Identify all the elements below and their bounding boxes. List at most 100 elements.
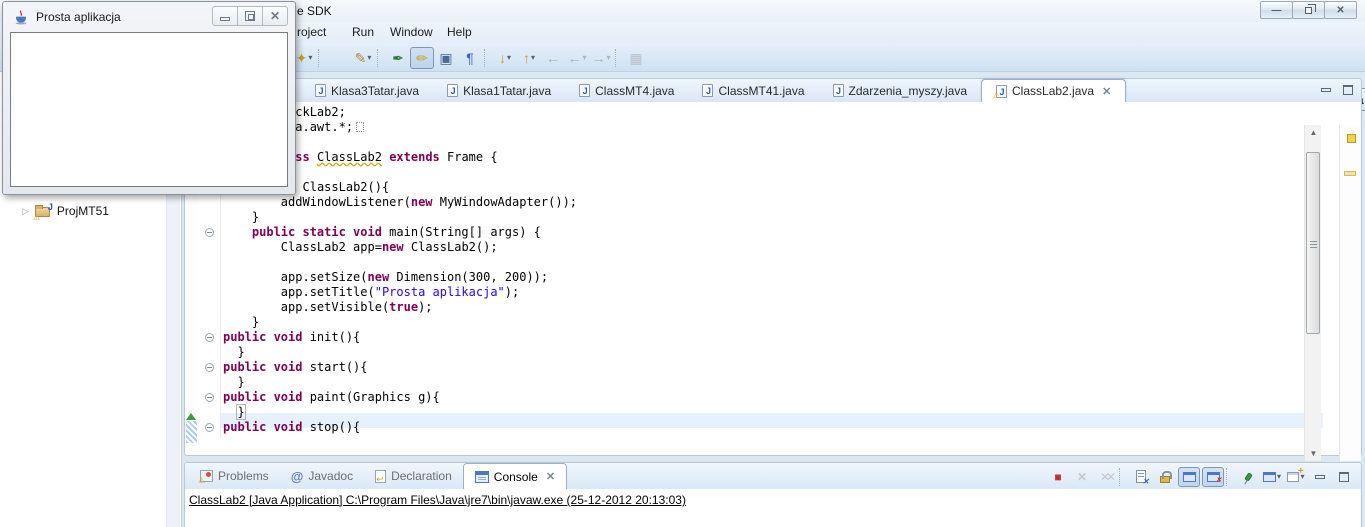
vertical-scrollbar-thumb[interactable] <box>1306 152 1320 334</box>
app-window-titlebar[interactable]: Prosta aplikacja ✕ <box>3 2 295 32</box>
dropdown-caret-icon[interactable]: ▾ <box>582 53 586 62</box>
editor-tab-classlab2-java[interactable]: ⚠ClassLab2.java✕ <box>981 79 1126 102</box>
code-line: app.setTitle("Prosta aplikacja"); <box>223 285 1321 300</box>
console-tab-console[interactable]: Console✕ <box>463 463 567 489</box>
previous-annotation-icon[interactable]: ↑▾ <box>517 47 541 69</box>
warning-overview-icon[interactable] <box>1347 134 1356 143</box>
console-tab-declaration[interactable]: Declaration <box>364 463 463 489</box>
app-window-controls: ✕ <box>213 6 288 26</box>
console-tab-problems[interactable]: Problems <box>189 463 280 489</box>
close-window-button[interactable]: ✕ <box>1324 1 1357 19</box>
show-selected-element-only-icon[interactable]: ▣ <box>434 47 458 69</box>
menu-item-run[interactable]: Run <box>352 25 374 39</box>
collapse-fold-icon[interactable] <box>205 423 214 432</box>
show-console-on-stderr-icon[interactable] <box>1202 467 1224 487</box>
scroll-lock-icon <box>1160 476 1170 483</box>
scroll-down-icon[interactable]: ▼ <box>1305 446 1322 461</box>
remove-all-terminated-icon: ✕✕ <box>1100 471 1112 483</box>
minimize-window-button[interactable]: — <box>1260 1 1293 19</box>
dropdown-caret-icon[interactable]: ▾ <box>367 53 371 62</box>
maximize-view-icon[interactable] <box>1333 467 1355 487</box>
back-history-icon: ← <box>567 51 581 65</box>
forward-history-icon[interactable]: →▾ <box>589 47 613 69</box>
open-console-icon[interactable]: ▾ <box>1285 467 1307 487</box>
code-line: import java.awt.*; <box>223 120 1321 135</box>
folded-imports-icon[interactable] <box>356 122 364 132</box>
scroll-up-icon[interactable]: ▲ <box>1305 125 1322 140</box>
remove-launch-icon[interactable]: ✕ <box>1071 467 1093 487</box>
last-edit-location-icon[interactable]: ▦ <box>624 47 648 69</box>
code-editor[interactable]: package packLab2;import java.awt.*;publi… <box>185 102 1361 438</box>
warning-mark[interactable] <box>1344 171 1356 176</box>
vertical-scrollbar[interactable]: ▲ ▼ <box>1304 125 1321 461</box>
code-line: public void start(){ <box>223 360 1321 375</box>
back-icon[interactable]: ← <box>541 47 565 69</box>
open-element-icon[interactable]: ✎▾ <box>351 47 375 69</box>
minimize-icon <box>220 17 230 21</box>
editor-tab-classmt41-java[interactable]: ClassMT41.java <box>688 79 818 102</box>
pin-console-icon[interactable] <box>1237 467 1259 487</box>
java-app-icon <box>13 9 29 25</box>
show-selected-element-only-icon: ▣ <box>439 51 452 65</box>
editor-panel: Klasa3Tatar.javaKlasa1Tatar.javaClassMT4… <box>184 78 1362 456</box>
collapse-fold-icon[interactable] <box>205 393 214 402</box>
editor-tab-label: Klasa3Tatar.java <box>331 84 419 98</box>
minimize-view-icon[interactable] <box>1309 467 1331 487</box>
display-selected-console-icon[interactable]: ▾ <box>1261 467 1283 487</box>
toolbar-separator <box>1226 468 1232 486</box>
show-whitespace-icon[interactable]: ¶ <box>458 47 482 69</box>
open-task-icon[interactable] <box>327 47 351 69</box>
code-line: } <box>223 405 1321 420</box>
collapse-fold-icon[interactable] <box>205 228 214 237</box>
expand-arrow-icon[interactable]: ▷ <box>22 206 29 217</box>
code-line: } <box>223 375 1321 390</box>
project-tree-item[interactable]: ▷ J⚠ ProjMT51 <box>0 202 160 220</box>
editor-tab-klasa3tatar-java[interactable]: Klasa3Tatar.java <box>301 79 433 102</box>
collapse-fold-icon[interactable] <box>205 333 214 342</box>
minimize-editor-icon[interactable] <box>1321 88 1331 92</box>
toggle-mark-occurrences-icon[interactable]: ✏ <box>410 47 434 69</box>
dropdown-caret-icon[interactable]: ▾ <box>308 53 312 62</box>
menu-item-project[interactable]: roject <box>297 25 326 39</box>
console-output[interactable]: ClassLab2 [Java Application] C:\Program … <box>185 489 1361 527</box>
console-tab-javadoc[interactable]: @Javadoc <box>280 463 364 489</box>
window-title: e SDK <box>297 4 332 18</box>
show-console-on-stdout-icon[interactable] <box>1178 467 1200 487</box>
terminate-icon[interactable]: ■ <box>1047 467 1069 487</box>
code-line: app.setSize(new Dimension(300, 200)); <box>223 270 1321 285</box>
dropdown-caret-icon[interactable]: ▾ <box>507 53 511 62</box>
dropdown-caret-icon[interactable]: ▾ <box>606 53 610 62</box>
editor-tab-zdarzenia_myszy-java[interactable]: Zdarzenia_myszy.java <box>819 79 982 102</box>
app-close-button[interactable]: ✕ <box>262 6 288 26</box>
menu-item-help[interactable]: Help <box>447 25 472 39</box>
menu-item-window[interactable]: Window <box>390 25 433 39</box>
dropdown-caret-icon[interactable]: ▾ <box>1277 472 1281 481</box>
close-tab-icon[interactable]: ✕ <box>1102 85 1111 98</box>
collapse-fold-icon[interactable] <box>205 363 214 372</box>
back-history-icon[interactable]: ←▾ <box>565 47 589 69</box>
java-file-icon <box>833 84 844 97</box>
restore-window-button[interactable] <box>1292 1 1325 19</box>
pin-console-icon <box>1244 472 1253 481</box>
restore-icon <box>1305 7 1312 14</box>
console-panel: Problems@JavadocDeclarationConsole✕ ■✕✕✕… <box>184 462 1362 527</box>
console-icon <box>475 471 489 483</box>
code-line <box>223 255 1321 270</box>
show-console-on-stderr-icon <box>1207 472 1220 482</box>
app-maximize-button[interactable] <box>237 6 263 26</box>
scroll-lock-icon[interactable] <box>1154 467 1176 487</box>
remove-all-terminated-icon[interactable]: ✕✕ <box>1095 467 1117 487</box>
toolbar-separator <box>377 49 383 67</box>
open-type-icon[interactable]: ✒ <box>386 47 410 69</box>
close-tab-icon[interactable]: ✕ <box>546 470 555 483</box>
overview-ruler[interactable] <box>1339 125 1361 461</box>
dropdown-caret-icon[interactable]: ▾ <box>531 53 535 62</box>
next-annotation-icon[interactable]: ↓▾ <box>493 47 517 69</box>
javadoc-icon: @ <box>291 469 304 484</box>
code-line: public ClassLab2(){ <box>223 180 1321 195</box>
app-minimize-button[interactable] <box>212 6 238 26</box>
editor-tab-classmt4-java[interactable]: ClassMT4.java <box>565 79 688 102</box>
maximize-editor-icon[interactable] <box>1343 85 1353 95</box>
editor-tab-klasa1tatar-java[interactable]: Klasa1Tatar.java <box>433 79 565 102</box>
clear-console-icon[interactable] <box>1130 467 1152 487</box>
